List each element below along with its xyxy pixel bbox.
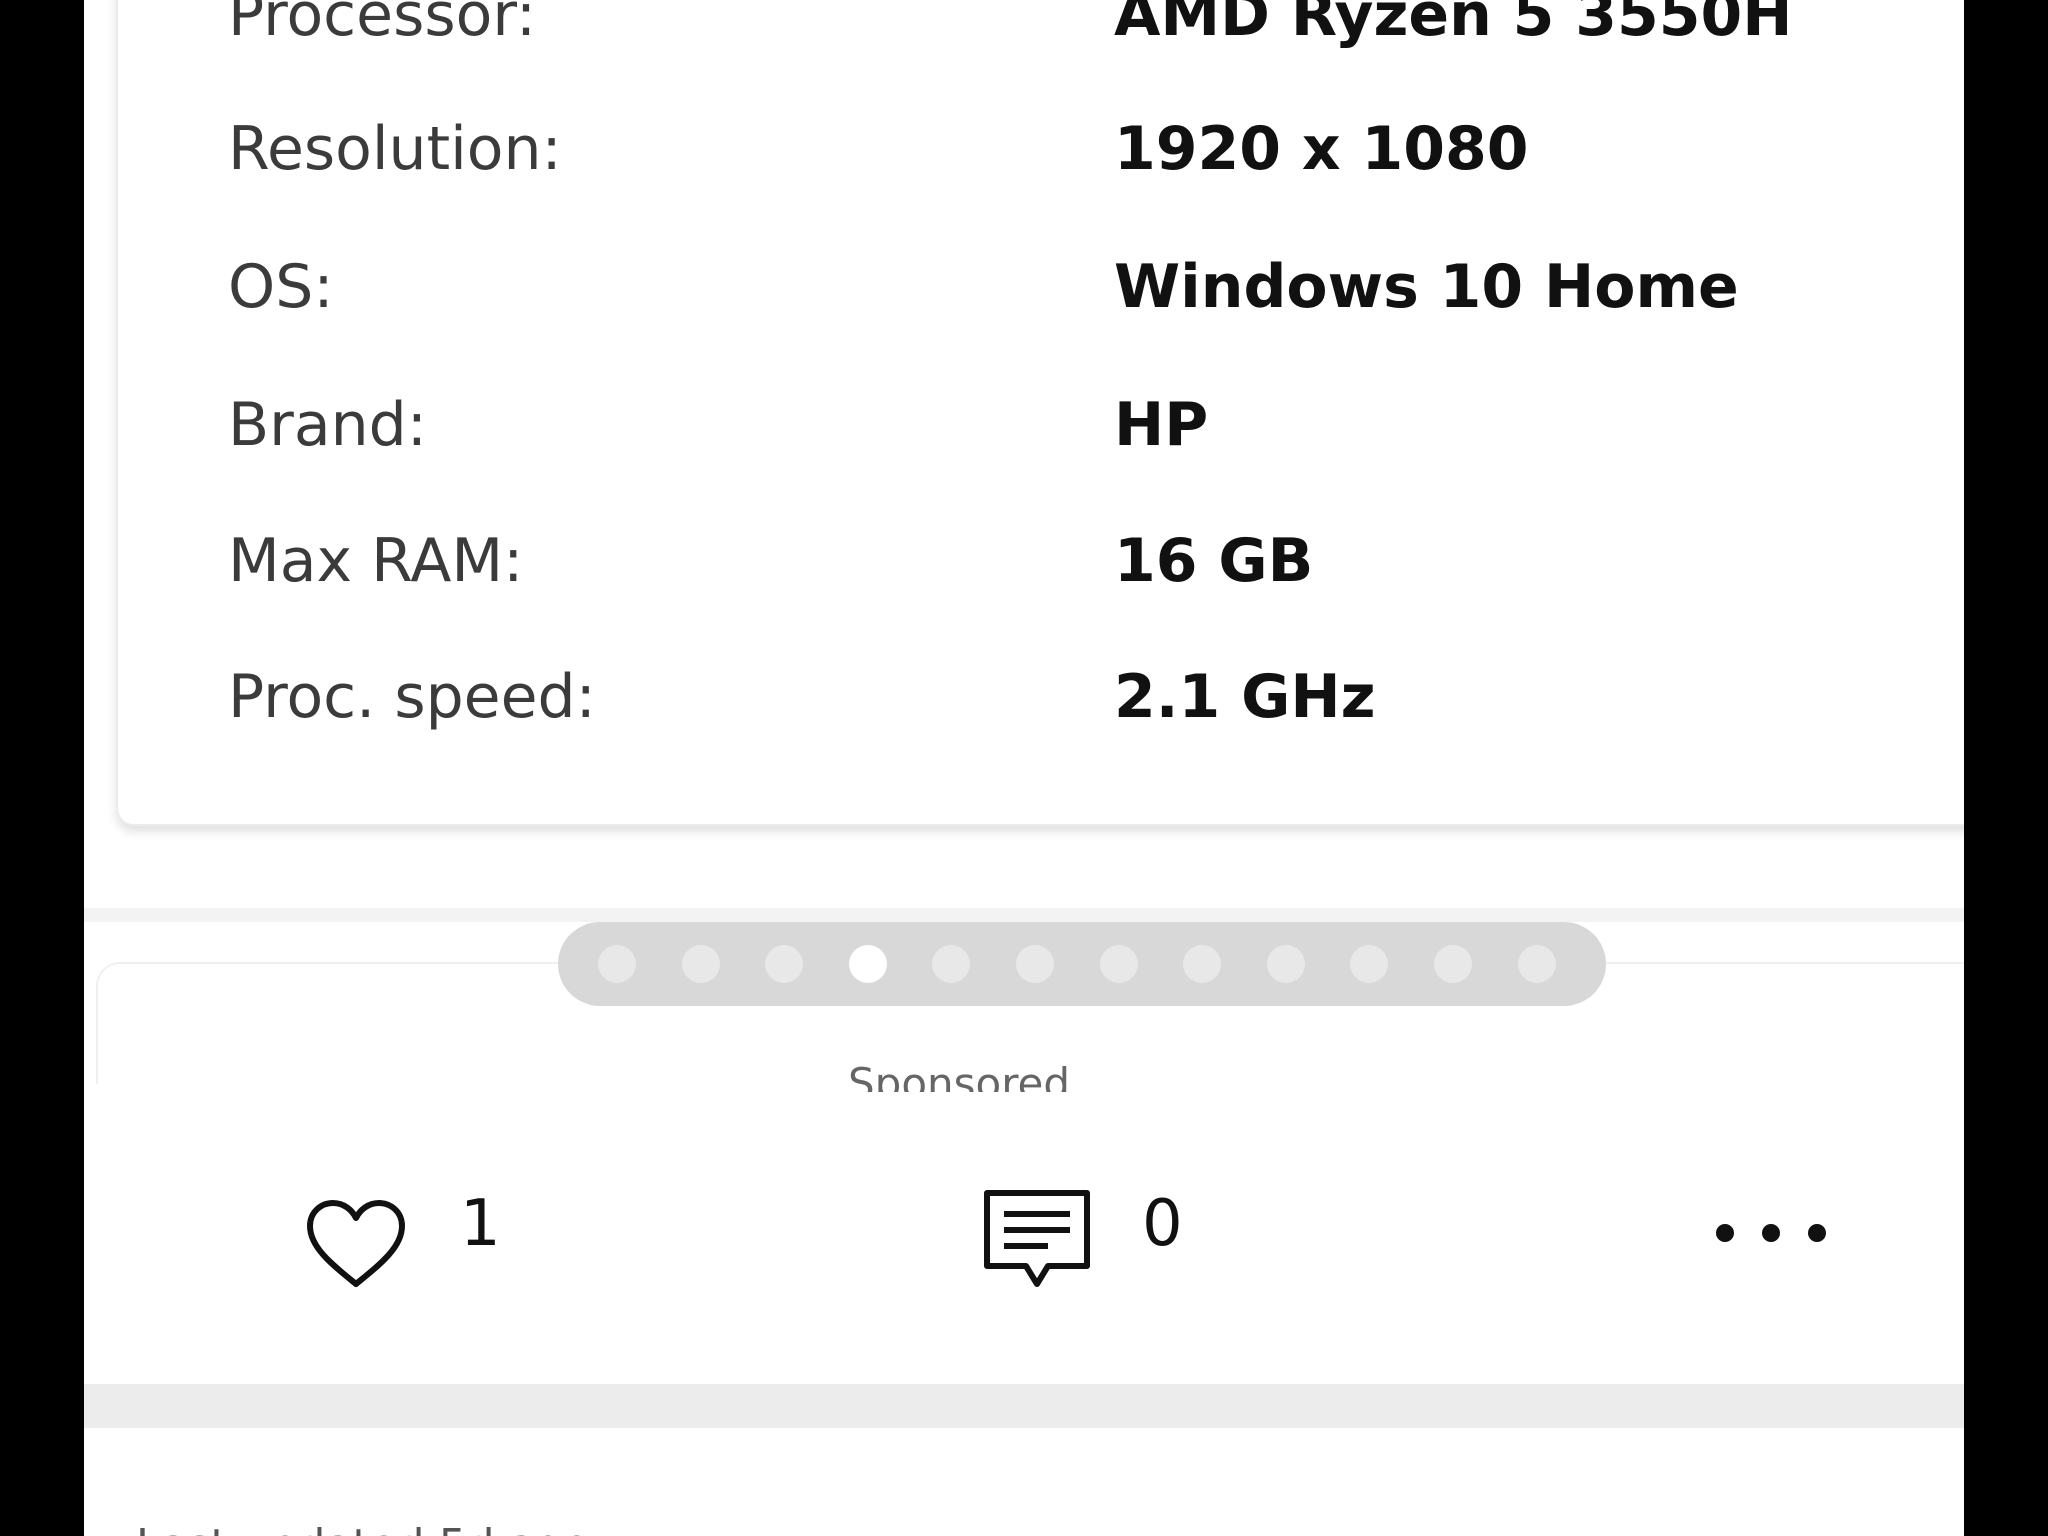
more-dots-icon[interactable] — [1716, 1224, 1826, 1248]
spec-row-proc-speed: Proc. speed: 2.1 GHz — [118, 662, 1964, 732]
spec-row-max-ram: Max RAM: 16 GB — [118, 526, 1964, 596]
spec-label: Max RAM: — [228, 526, 524, 596]
heart-icon[interactable] — [304, 1198, 408, 1290]
pager-dot-active[interactable] — [848, 945, 887, 983]
comment-icon[interactable] — [982, 1188, 1092, 1294]
last-updated-label: Last updated 5d ago — [136, 1520, 590, 1536]
spec-label: Brand: — [228, 390, 427, 460]
pager-dot[interactable] — [1350, 945, 1389, 983]
sponsored-label: Sponsored — [848, 1059, 1071, 1092]
comment-count: 0 — [1142, 1187, 1183, 1261]
spec-row-brand: Brand: HP — [118, 390, 1964, 460]
spec-value: Windows 10 Home — [1114, 252, 1739, 322]
pager-dot[interactable] — [1434, 945, 1472, 983]
spec-value: 1920 x 1080 — [1114, 114, 1529, 184]
spec-value: AMD Ryzen 5 3550H — [1114, 0, 1793, 50]
post-footer: Last updated 5d ago — [84, 1428, 1964, 1536]
pager-dot[interactable] — [1016, 945, 1054, 983]
spec-row-processor: Processor: AMD Ryzen 5 3550H — [118, 0, 1964, 50]
spec-value: HP — [1114, 390, 1209, 460]
pager-dot[interactable] — [1266, 945, 1305, 983]
pager-dot[interactable] — [932, 945, 971, 983]
spec-card: Processor: AMD Ryzen 5 3550H Resolution:… — [116, 0, 1964, 826]
spec-row-os: OS: Windows 10 Home — [118, 252, 1964, 322]
spec-row-resolution: Resolution: 1920 x 1080 — [118, 114, 1964, 184]
spec-label: Processor: — [228, 0, 537, 50]
spec-label: OS: — [228, 252, 334, 322]
pager-dot[interactable] — [598, 945, 636, 983]
carousel-pager[interactable] — [558, 922, 1606, 1006]
pager-dot[interactable] — [1183, 945, 1222, 983]
spec-label: Proc. speed: — [228, 662, 596, 732]
action-bar: 1 0 — [84, 1140, 1964, 1320]
like-count: 1 — [460, 1187, 501, 1261]
spec-value: 2.1 GHz — [1114, 662, 1376, 732]
pager-dot[interactable] — [681, 945, 720, 983]
section-divider-bottom — [84, 1384, 1964, 1428]
section-divider — [84, 908, 1964, 922]
pager-dot[interactable] — [765, 945, 804, 983]
post-screen: Processor: AMD Ryzen 5 3550H Resolution:… — [84, 0, 1964, 1536]
spec-value: 16 GB — [1114, 526, 1314, 596]
pager-dot[interactable] — [1517, 945, 1556, 983]
spec-label: Resolution: — [228, 114, 562, 184]
pager-dot[interactable] — [1099, 945, 1138, 983]
